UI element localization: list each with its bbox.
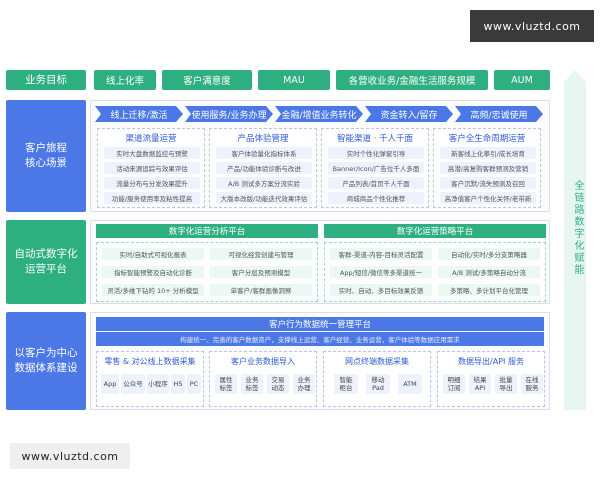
data-card-title: 零售 & 对公线上数据采集 xyxy=(104,357,196,366)
goal-mau: MAU xyxy=(258,70,330,90)
data-chip: 明细 订阅 xyxy=(443,374,465,394)
journey-card-smart-channel: 智能渠道 · 千人千面 实时个性化弹窗引导 Banner/Icon/广告位千人多… xyxy=(321,128,429,208)
data-chip: 在线 服务 xyxy=(521,374,543,394)
data-chip: 移动 Pad xyxy=(366,374,390,394)
journey-card-title: 渠道流量运营 xyxy=(125,134,177,144)
data-platform-subtitle: 构建统一、完善的客户数据资产，支撑线上运营、客户经营、业务运营，客户体验等数据应… xyxy=(96,332,544,346)
data-chip: 小程序 xyxy=(147,374,169,394)
journey-card-title: 客户全生命周期运营 xyxy=(448,134,526,144)
ops-strategy-title: 数字化运营策略平台 xyxy=(324,224,546,238)
category-goal: 业务目标 xyxy=(6,70,86,90)
data-chip: App xyxy=(101,374,119,394)
category-ops-platform: 自动式数字化 运营平台 xyxy=(6,220,86,304)
data-chip: 属性 标签 xyxy=(215,374,237,394)
journey-card-channel: 渠道流量运营 实时大盘数据监控与预警 活动来源追踪与效果评估 流量分布与分发效果… xyxy=(97,128,205,208)
category-data-system: 以客户为中心 数据体系建设 xyxy=(6,312,86,410)
journey-step-1: 线上迁移/激活 xyxy=(95,106,183,122)
journey-section: 线上迁移/激活 使用服务/业务办理 金融/增值业务转化 资金转入/留存 高频/忠… xyxy=(90,100,550,212)
data-chip: 智能 柜台 xyxy=(334,374,358,394)
category-journey: 客户旅程 核心场景 xyxy=(6,100,86,212)
ops-analysis-item: 单客户/客群画像洞察 xyxy=(210,284,312,296)
ops-analysis-item: 灵活/多维下钻的 10+ 分析模型 xyxy=(102,284,204,296)
ops-analysis-item: 指标智能预警及自动化诊断 xyxy=(102,266,204,278)
goal-revenue-scale: 各营收业务/金融生活服务规模 xyxy=(336,70,488,90)
journey-card-title: 智能渠道 · 千人千面 xyxy=(336,134,414,144)
ops-strategy-box: 客群-渠道-内容-目标灵活配置 自动化/实时/多分支策略器 App/短信/微信等… xyxy=(324,242,546,302)
data-chip: 交易 动态 xyxy=(267,374,289,394)
journey-card-line: A/B 测试多方案分流实验 xyxy=(216,177,312,189)
journey-card-line: Banner/Icon/广告位千人多面 xyxy=(328,162,424,174)
data-card-terminal-collection: 网点终端数据采集 智能 柜台 移动 Pad ATM xyxy=(323,351,431,407)
data-chip: 结果 API xyxy=(469,374,491,394)
ops-strategy-item: 多策略、多计划平台化管理 xyxy=(438,284,540,296)
ops-platform-section: 数字化运营分析平台 实时/自助式可视化报表 可视化经营创建与管理 指标智能预警及… xyxy=(90,220,550,304)
data-chip: 业务 标签 xyxy=(241,374,263,394)
data-chip: 批量 导出 xyxy=(495,374,517,394)
goal-online-rate: 线上化率 xyxy=(94,70,156,90)
ops-analysis-item: 可视化经营创建与管理 xyxy=(210,248,312,260)
ops-strategy-item: A/B 测试/多策略自动分流 xyxy=(438,266,540,278)
journey-card-line: 实时个性化弹窗引导 xyxy=(328,147,424,159)
journey-step-5: 高频/忠诚使用 xyxy=(455,106,543,122)
data-chip: 业务 办理 xyxy=(293,374,315,394)
right-enablement-label: 全链路数字化赋能 xyxy=(572,180,583,276)
ops-analysis-item: 实时/自助式可视化报表 xyxy=(102,248,204,260)
data-chip: H5 xyxy=(171,374,185,394)
ops-analysis-item: 客户分层及预测模型 xyxy=(210,266,312,278)
journey-card-lifecycle: 客户全生命周期运营 新客线上化拳引/成长培育 高潜/高复购客群预测及营销 客户沉… xyxy=(433,128,541,208)
watermark-top: www.vluztd.com xyxy=(470,10,594,42)
data-card-export-api: 数据导出/API 服务 明细 订阅 结果 API 批量 导出 在线 服务 xyxy=(437,351,545,407)
category-goal-label: 业务目标 xyxy=(25,73,67,86)
journey-card-line: 活动来源追踪与效果评估 xyxy=(104,162,200,174)
data-chip: 公众号 xyxy=(121,374,145,394)
ops-strategy-item: 实时、自动、多目标效果反馈 xyxy=(330,284,432,296)
journey-card-product-experience: 产品体验管理 客户体验量化指标体系 产品/功能体验诊断与改进 A/B 测试多方案… xyxy=(209,128,317,208)
journey-card-line: 实时大盘数据监控与预警 xyxy=(104,147,200,159)
journey-step-3: 金融/增值业务转化 xyxy=(275,106,363,122)
data-system-section: 客户行为数据统一管理平台 构建统一、完善的客户数据资产，支撑线上运营、客户经营、… xyxy=(90,312,550,410)
category-ops-label: 自动式数字化 运营平台 xyxy=(14,248,78,275)
ops-strategy-item: App/短信/微信等多渠道统一 xyxy=(330,266,432,278)
category-data-label: 以客户为中心 数据体系建设 xyxy=(14,347,78,374)
journey-step-2: 使用服务/业务办理 xyxy=(185,106,273,122)
journey-card-line: 客户体验量化指标体系 xyxy=(216,147,312,159)
data-card-online-collection: 零售 & 对公线上数据采集 App 公众号 小程序 H5 PC xyxy=(96,351,204,407)
journey-card-line: 产品/功能体验诊断与改进 xyxy=(216,162,312,174)
journey-card-title: 产品体验管理 xyxy=(237,134,289,144)
data-card-business-import: 客户业务数据导入 属性 标签 业务 标签 交易 动态 业务 办理 xyxy=(209,351,317,407)
journey-card-line: 高潜/高复购客群预测及营销 xyxy=(440,162,536,174)
data-card-title: 网点终端数据采集 xyxy=(345,357,409,366)
journey-card-line: 功能/服务使用率及粘性提高 xyxy=(104,192,200,204)
goal-satisfaction: 客户满意度 xyxy=(162,70,252,90)
goal-aum: AUM xyxy=(494,70,550,90)
data-card-title: 客户业务数据导入 xyxy=(231,357,295,366)
data-platform-title: 客户行为数据统一管理平台 xyxy=(96,317,544,331)
journey-card-line: 产品列表/首页千人千面 xyxy=(328,177,424,189)
journey-card-line: 新客线上化拳引/成长培育 xyxy=(440,147,536,159)
category-journey-label: 客户旅程 核心场景 xyxy=(25,142,67,169)
data-card-title: 数据导出/API 服务 xyxy=(458,357,524,366)
watermark-bottom: www.vluztd.com xyxy=(10,443,130,469)
journey-step-4: 资金转入/留存 xyxy=(365,106,453,122)
journey-card-line: 流量分布与分发效果提升 xyxy=(104,177,200,189)
journey-card-line: 大版本改版/功能迭代效果评估 xyxy=(216,192,312,204)
data-chip: PC xyxy=(187,374,201,394)
journey-card-line: 客户沉默/流失预测及召回 xyxy=(440,177,536,189)
journey-card-line: 商城商品个性化推荐 xyxy=(328,192,424,204)
journey-card-line: 高净值客户个性化关怀/老带新 xyxy=(440,192,536,204)
ops-strategy-item: 客群-渠道-内容-目标灵活配置 xyxy=(330,248,432,260)
ops-analysis-box: 实时/自助式可视化报表 可视化经营创建与管理 指标智能预警及自动化诊断 客户分层… xyxy=(96,242,318,302)
ops-analysis-title: 数字化运营分析平台 xyxy=(96,224,318,238)
data-chip: ATM xyxy=(398,374,422,394)
ops-strategy-item: 自动化/实时/多分支策略器 xyxy=(438,248,540,260)
